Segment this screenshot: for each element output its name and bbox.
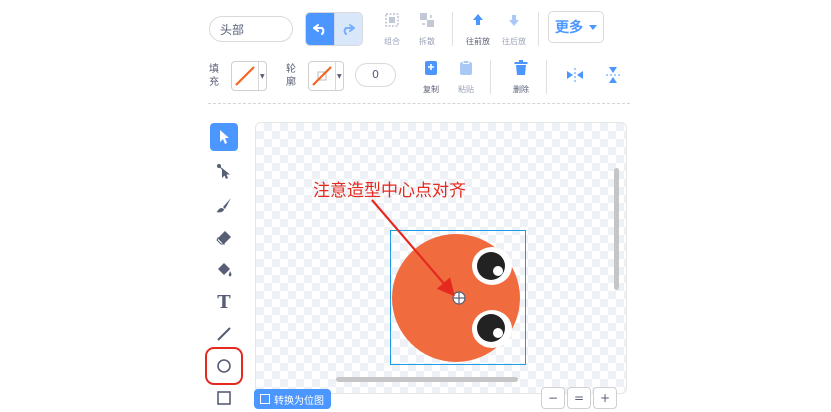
flip-vertical-icon	[606, 67, 620, 83]
circle-icon	[217, 359, 231, 373]
forward-label: 往前放	[466, 37, 490, 46]
toolbar-divider	[538, 12, 539, 46]
fill-color-swatch	[232, 62, 258, 90]
outline-label: 轮 廓	[285, 63, 297, 89]
arrow-pointer-icon	[220, 130, 229, 144]
group-icon	[372, 12, 412, 34]
select-tool[interactable]	[210, 123, 238, 151]
redo-button[interactable]	[333, 13, 362, 45]
convert-to-bitmap-label: 转换为位图	[274, 395, 324, 407]
undo-icon	[312, 24, 325, 35]
toolbar-divider	[452, 12, 453, 46]
text-t-icon: T	[217, 291, 231, 313]
circle-tool[interactable]	[205, 347, 243, 385]
bring-forward-icon	[458, 12, 498, 34]
zoom-in-button[interactable]: +	[593, 387, 617, 409]
delete-button[interactable]: 删除	[501, 60, 541, 95]
ungroup-icon	[407, 12, 447, 34]
eraser-tool[interactable]	[210, 224, 238, 252]
trash-icon	[501, 60, 541, 82]
paste-icon	[446, 60, 486, 82]
paste-button[interactable]: 粘贴	[446, 60, 486, 95]
send-backward-icon	[494, 12, 534, 34]
group-label: 组合	[384, 37, 400, 46]
rectangle-icon	[217, 391, 231, 405]
brush-icon	[216, 198, 231, 213]
zoom-out-button[interactable]: −	[541, 387, 565, 409]
copy-button[interactable]: 复制	[411, 60, 451, 95]
zoom-reset-button[interactable]: =	[567, 387, 591, 409]
fill-label-char: 充	[209, 77, 219, 88]
group-button[interactable]: 组合	[372, 12, 412, 47]
copy-label: 复制	[423, 85, 439, 94]
outline-color-swatch	[309, 62, 335, 90]
line-icon	[217, 327, 231, 341]
fill-label: 填 充	[208, 63, 220, 89]
caret-down-icon	[589, 24, 597, 30]
undo-button[interactable]	[306, 13, 334, 45]
outline-color-picker[interactable]: ▼	[308, 61, 344, 91]
annotation-arrow	[371, 199, 455, 297]
backward-label: 往后放	[502, 37, 526, 46]
flip-vertical-button[interactable]	[604, 66, 622, 84]
vertical-scrollbar[interactable]	[614, 168, 619, 290]
reshape-icon	[217, 164, 230, 179]
fill-color-picker[interactable]: ▼	[231, 61, 267, 91]
flip-horizontal-button[interactable]	[566, 66, 584, 84]
ungroup-label: 拆散	[419, 37, 435, 46]
annotation-text: 注意造型中心点对齐	[313, 181, 466, 201]
outline-width-input[interactable]: 0	[355, 63, 396, 87]
outline-label-char: 轮	[286, 64, 296, 75]
toolbar-divider	[546, 60, 547, 94]
copy-icon	[411, 60, 451, 82]
fill-tool[interactable]	[210, 256, 238, 284]
undo-redo-group	[305, 12, 363, 46]
toolbar-divider	[490, 60, 491, 94]
text-tool[interactable]: T	[210, 288, 238, 316]
toolbar-separator	[208, 103, 630, 104]
costume-name-input[interactable]	[209, 16, 293, 42]
eraser-icon	[216, 231, 231, 245]
fill-label-char: 填	[209, 64, 219, 75]
redo-icon	[343, 24, 356, 35]
backward-button[interactable]: 往后放	[494, 12, 534, 47]
rectangle-tool[interactable]	[210, 384, 238, 412]
ungroup-button[interactable]: 拆散	[407, 12, 447, 47]
paint-bucket-icon	[218, 263, 232, 277]
line-tool[interactable]	[210, 320, 238, 348]
delete-label: 删除	[513, 85, 529, 94]
more-label: 更多	[555, 20, 583, 36]
outline-label-char: 廓	[286, 77, 296, 88]
chevron-down-icon: ▼	[257, 62, 266, 90]
horizontal-scrollbar[interactable]	[336, 377, 518, 382]
flip-horizontal-icon	[567, 68, 583, 82]
chevron-down-icon: ▼	[334, 62, 343, 90]
reshape-tool[interactable]	[210, 158, 238, 186]
zoom-controls: − = +	[541, 387, 621, 409]
forward-button[interactable]: 往前放	[458, 12, 498, 47]
paste-label: 粘贴	[458, 85, 474, 94]
more-button[interactable]: 更多	[548, 11, 604, 43]
brush-tool[interactable]	[210, 191, 238, 219]
convert-to-bitmap-button[interactable]: 转换为位图	[254, 389, 331, 409]
